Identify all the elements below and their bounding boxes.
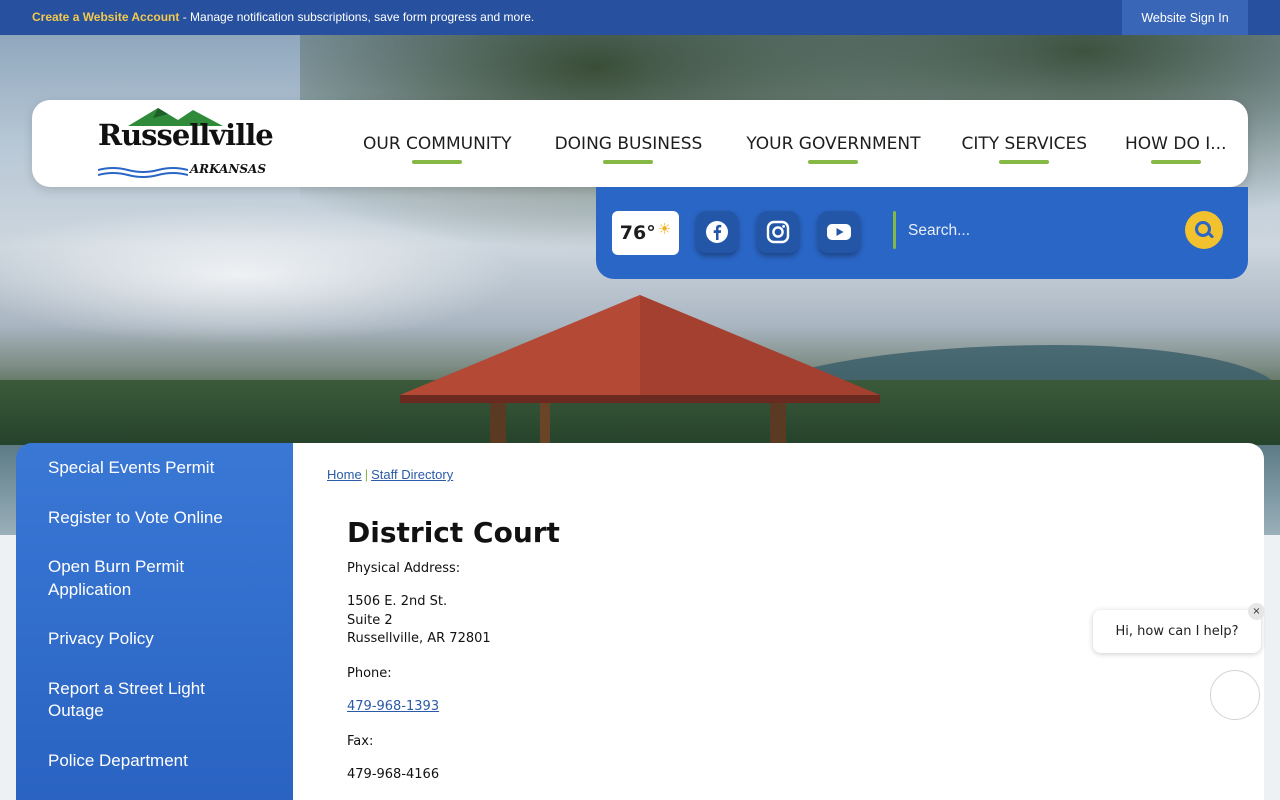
nav-how-do-i[interactable]: HOW DO I... bbox=[1125, 100, 1227, 187]
nav-our-community[interactable]: OUR COMMUNITY bbox=[363, 100, 512, 187]
search-input[interactable] bbox=[908, 211, 1188, 251]
utility-bar: 76° ☀ bbox=[596, 187, 1248, 279]
nav-doing-business[interactable]: DOING BUSINESS bbox=[554, 100, 703, 187]
nav-label: DOING BUSINESS bbox=[554, 133, 703, 154]
logo-state: ARKANSAS bbox=[189, 162, 266, 176]
address-line-2: Suite 2 bbox=[347, 613, 393, 628]
chat-prompt[interactable]: Hi, how can I help? bbox=[1093, 610, 1261, 653]
nav-label: CITY SERVICES bbox=[961, 133, 1088, 154]
main-nav: OUR COMMUNITY DOING BUSINESS YOUR GOVERN… bbox=[352, 100, 1227, 187]
sidebar-item-privacy-policy[interactable]: Privacy Policy bbox=[16, 628, 293, 651]
nav-label: HOW DO I... bbox=[1125, 133, 1227, 154]
nav-label: YOUR GOVERNMENT bbox=[746, 133, 921, 154]
nav-your-government[interactable]: YOUR GOVERNMENT bbox=[746, 100, 920, 187]
sidebar-item-register-to-vote[interactable]: Register to Vote Online bbox=[16, 507, 293, 530]
breadcrumb-staff-directory[interactable]: Staff Directory bbox=[371, 467, 453, 482]
search-divider bbox=[893, 211, 896, 249]
fax-label: Fax: bbox=[347, 734, 374, 749]
sun-icon: ☀ bbox=[657, 220, 672, 238]
chat-launcher-button[interactable] bbox=[1210, 670, 1260, 720]
address-label: Physical Address: bbox=[347, 561, 461, 576]
address-line-1: 1506 E. 2nd St. bbox=[347, 594, 448, 609]
search-button[interactable] bbox=[1185, 211, 1223, 249]
site-header: Russellville ARKANSAS OUR COMMUNITY DOIN… bbox=[32, 100, 1248, 187]
sidebar-item-street-light-outage[interactable]: Report a Street Light Outage bbox=[16, 678, 236, 723]
sidebar-item-open-burn-permit[interactable]: Open Burn Permit Application bbox=[16, 556, 236, 601]
create-account-link[interactable]: Create a Website Account bbox=[32, 10, 179, 24]
breadcrumb-separator: | bbox=[364, 467, 369, 482]
sidebar-item-police-department[interactable]: Police Department bbox=[16, 750, 293, 773]
page-title: District Court bbox=[347, 516, 560, 549]
account-message: Create a Website Account - Manage notifi… bbox=[32, 10, 534, 24]
breadcrumb-home[interactable]: Home bbox=[327, 467, 362, 482]
breadcrumb: Home | Staff Directory bbox=[327, 467, 453, 482]
nav-label: OUR COMMUNITY bbox=[363, 133, 512, 154]
weather-widget[interactable]: 76° ☀ bbox=[612, 211, 679, 255]
search-icon bbox=[1195, 221, 1214, 239]
address-line-3: Russellville, AR 72801 bbox=[347, 631, 491, 646]
logo-word: Russellville bbox=[98, 118, 274, 152]
phone-label: Phone: bbox=[347, 666, 392, 681]
account-message-text: - Manage notification subscriptions, sav… bbox=[179, 10, 535, 24]
nav-city-services[interactable]: CITY SERVICES bbox=[961, 100, 1087, 187]
sidebar-nav: Special Events Permit Register to Vote O… bbox=[16, 443, 293, 800]
close-icon[interactable]: × bbox=[1248, 603, 1265, 620]
sidebar-item-special-events-permit[interactable]: Special Events Permit bbox=[16, 457, 293, 480]
fax-number: 479-968-4166 bbox=[347, 767, 440, 782]
temperature: 76° bbox=[619, 222, 656, 244]
facebook-icon[interactable] bbox=[696, 211, 738, 253]
sign-in-button[interactable]: Website Sign In bbox=[1122, 0, 1248, 35]
account-bar: Create a Website Account - Manage notifi… bbox=[0, 0, 1280, 35]
youtube-icon[interactable] bbox=[818, 211, 860, 253]
phone-link[interactable]: 479-968-1393 bbox=[347, 698, 439, 717]
instagram-icon[interactable] bbox=[757, 211, 799, 253]
city-logo[interactable]: Russellville ARKANSAS bbox=[98, 106, 274, 178]
